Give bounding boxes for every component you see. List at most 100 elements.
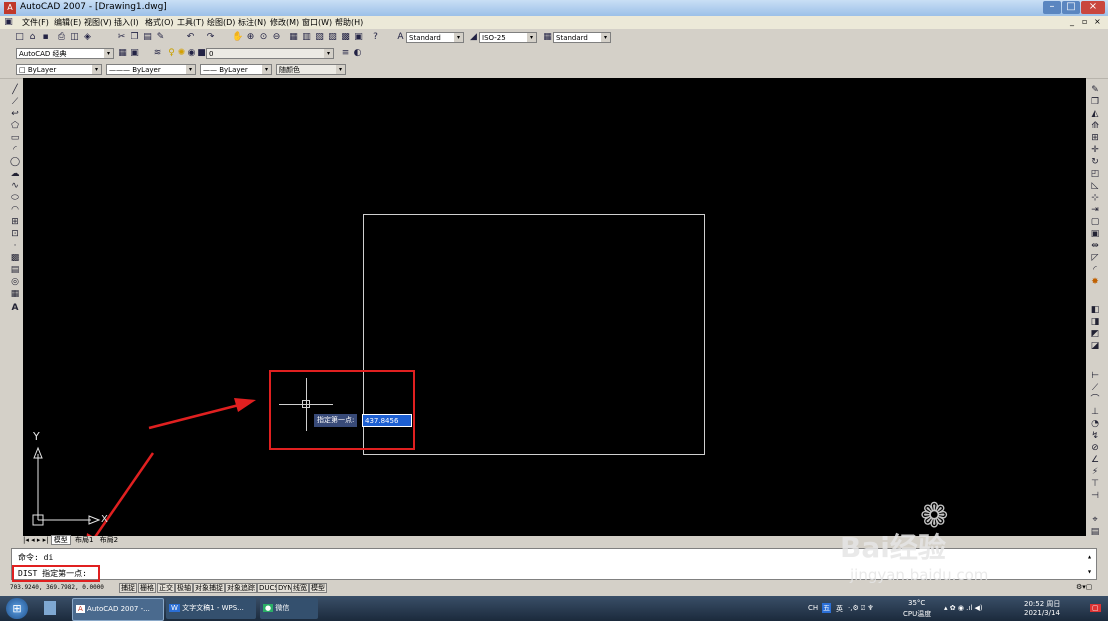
cut-icon[interactable]: ✂: [116, 32, 127, 43]
insert-block-icon[interactable]: ⊞: [9, 216, 21, 228]
drawing-canvas[interactable]: 指定第一点: 437.8456 Y X: [23, 78, 1086, 536]
stretch-icon[interactable]: ◺: [1089, 180, 1101, 192]
arc-length-icon[interactable]: ⌒: [1089, 394, 1101, 406]
color-combo[interactable]: □ ByLayer ▾: [16, 64, 102, 75]
doc-minimize-button[interactable]: _: [1070, 17, 1074, 26]
draworder-under-icon[interactable]: ◪: [1089, 340, 1101, 352]
menu-format[interactable]: 格式(O): [145, 17, 174, 28]
move-icon[interactable]: ✛: [1089, 144, 1101, 156]
construction-line-icon[interactable]: ⟋: [9, 96, 21, 108]
status-tray-icon[interactable]: ⚙▾▢: [1076, 583, 1092, 591]
menu-view[interactable]: 视图(V): [84, 17, 112, 28]
tool-palettes-icon[interactable]: ▧: [314, 32, 325, 43]
hatch-icon[interactable]: ▩: [9, 252, 21, 264]
mirror-icon[interactable]: ◭: [1089, 108, 1101, 120]
toggle-grid[interactable]: 栅格: [138, 583, 156, 593]
new-icon[interactable]: □: [14, 32, 25, 43]
maximize-button[interactable]: □: [1062, 1, 1080, 14]
diameter-dimension-icon[interactable]: ⊘: [1089, 442, 1101, 454]
chamfer-icon[interactable]: ◸: [1089, 252, 1101, 264]
menu-help[interactable]: 帮助(H): [335, 17, 363, 28]
make-block-icon[interactable]: ⊡: [9, 228, 21, 240]
trim-icon[interactable]: ⊹: [1089, 192, 1101, 204]
toggle-model[interactable]: 模型: [309, 583, 327, 593]
toggle-lineweight[interactable]: 线宽: [291, 583, 309, 593]
line-icon[interactable]: ╱: [9, 84, 21, 96]
polyline-icon[interactable]: ↩: [9, 108, 21, 120]
polygon-icon[interactable]: ⬠: [9, 120, 21, 132]
table-style-combo[interactable]: Standard ▾: [553, 32, 611, 43]
workspace-save-icon[interactable]: ▣: [129, 48, 140, 59]
menu-edit[interactable]: 编辑(E): [54, 17, 81, 28]
tray-date[interactable]: 2021/3/14: [1024, 609, 1060, 617]
rectangle-icon[interactable]: ▭: [9, 132, 21, 144]
calculator-icon[interactable]: ▣: [353, 32, 364, 43]
multiline-text-icon[interactable]: A: [9, 302, 21, 314]
minimize-button[interactable]: –: [1043, 1, 1061, 14]
continue-dimension-icon[interactable]: ⊣: [1089, 490, 1101, 502]
pan-icon[interactable]: ✋: [232, 32, 243, 43]
preview-icon[interactable]: ◫: [69, 32, 80, 43]
draworder-above-icon[interactable]: ◩: [1089, 328, 1101, 340]
undo-icon[interactable]: ↶: [185, 32, 196, 43]
tray-ime-mode[interactable]: 英: [836, 604, 843, 614]
design-center-icon[interactable]: ▥: [301, 32, 312, 43]
aligned-dimension-icon[interactable]: ⟋: [1089, 382, 1101, 394]
layer-previous-icon[interactable]: ◐: [352, 48, 363, 59]
menu-file[interactable]: 文件(F): [22, 17, 49, 28]
plot-style-combo[interactable]: 随颜色 ▾: [276, 64, 346, 75]
linear-dimension-icon[interactable]: ⊢: [1089, 370, 1101, 382]
copy-icon[interactable]: ❐: [129, 32, 140, 43]
redo-icon[interactable]: ↷: [205, 32, 216, 43]
center-mark-icon[interactable]: ▤: [1089, 526, 1101, 538]
autocad-app-icon[interactable]: A: [4, 2, 16, 14]
radius-dimension-icon[interactable]: ◔: [1089, 418, 1101, 430]
tab-model[interactable]: 模型: [50, 535, 71, 545]
ellipse-arc-icon[interactable]: ◠: [9, 204, 21, 216]
doc-close-button[interactable]: ×: [1094, 17, 1101, 26]
arc-icon[interactable]: ◜: [9, 144, 21, 156]
toggle-polar[interactable]: 极轴: [175, 583, 193, 593]
document-icon[interactable]: ▣: [3, 17, 14, 28]
erase-icon[interactable]: ✎: [1089, 84, 1101, 96]
linetype-combo[interactable]: ——— ByLayer ▾: [106, 64, 196, 75]
toggle-ortho[interactable]: 正交: [157, 583, 175, 593]
save-icon[interactable]: ▪: [40, 32, 51, 43]
close-button[interactable]: ×: [1081, 1, 1105, 14]
tolerance-icon[interactable]: ⌖: [1089, 514, 1101, 526]
circle-icon[interactable]: ◯: [9, 156, 21, 168]
join-icon[interactable]: ⇹: [1089, 240, 1101, 252]
text-style-combo[interactable]: Standard ▾: [406, 32, 464, 43]
scroll-up-icon[interactable]: ▴: [1087, 552, 1092, 561]
layer-combo[interactable]: 0 ▾: [206, 48, 334, 59]
open-icon[interactable]: ⌂: [27, 32, 38, 43]
ordinate-dimension-icon[interactable]: ⊥: [1089, 406, 1101, 418]
show-desktop-icon[interactable]: [44, 601, 56, 615]
publish-icon[interactable]: ◈: [82, 32, 93, 43]
start-button[interactable]: ⊞: [6, 598, 28, 619]
spline-icon[interactable]: ∿: [9, 180, 21, 192]
make-current-layer-icon[interactable]: ≡: [340, 48, 351, 59]
taskbar-item-wps[interactable]: W 文字文稿1 - WPS...: [166, 598, 256, 619]
workspace-combo[interactable]: AutoCAD 经典 ▾: [16, 48, 114, 59]
zoom-previous-icon[interactable]: ⊖: [271, 32, 282, 43]
scroll-down-icon[interactable]: ▾: [1087, 567, 1092, 576]
workspace-settings-icon[interactable]: ▦: [117, 48, 128, 59]
array-icon[interactable]: ⊞: [1089, 132, 1101, 144]
table-icon[interactable]: ▦: [9, 288, 21, 300]
gradient-icon[interactable]: ▤: [9, 264, 21, 276]
toggle-otrack[interactable]: 对象追踪: [225, 583, 257, 593]
lineweight-combo[interactable]: —— ByLayer ▾: [200, 64, 272, 75]
menu-insert[interactable]: 插入(I): [114, 17, 139, 28]
angular-dimension-icon[interactable]: ∠: [1089, 454, 1101, 466]
sheet-set-icon[interactable]: ▨: [327, 32, 338, 43]
point-icon[interactable]: ·: [9, 240, 21, 252]
tab-nav-first-icon[interactable]: |◂: [23, 536, 29, 544]
dim-style-combo[interactable]: ISO-25 ▾: [479, 32, 537, 43]
tab-layout1[interactable]: 布局1: [73, 536, 95, 544]
region-icon[interactable]: ◎: [9, 276, 21, 288]
paste-icon[interactable]: ▤: [142, 32, 153, 43]
jogged-dimension-icon[interactable]: ↯: [1089, 430, 1101, 442]
explode-icon[interactable]: ✸: [1089, 276, 1101, 288]
layer-manager-icon[interactable]: ≋: [152, 48, 163, 59]
